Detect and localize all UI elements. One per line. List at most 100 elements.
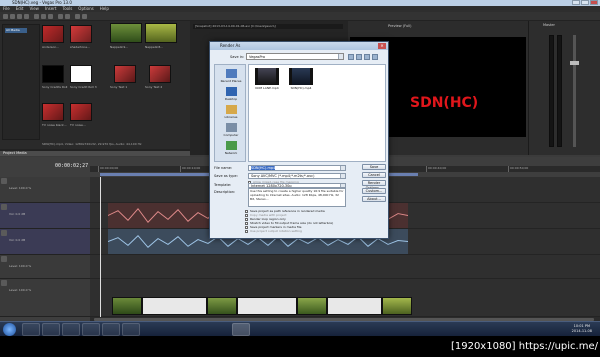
chevron-down-icon[interactable] [338, 54, 343, 59]
libraries-icon [225, 105, 237, 114]
track-header-audio[interactable]: Vol: 0.0 dB [0, 229, 90, 255]
media-thumb[interactable] [42, 103, 64, 121]
open-icon[interactable] [10, 14, 15, 19]
minimize-button[interactable] [572, 0, 580, 5]
preview-mode[interactable]: Preview (Full) [348, 23, 528, 29]
place-desktop[interactable]: Desktop [215, 87, 247, 101]
cancel-button[interactable]: Cancel [362, 172, 386, 178]
about-button[interactable]: About... [362, 196, 386, 202]
chevron-down-icon[interactable] [340, 166, 345, 170]
taskbar-vegas-icon[interactable] [232, 323, 250, 336]
filename-value: SDN(HC).mp4 [251, 166, 276, 170]
media-thumb[interactable] [149, 65, 171, 83]
media-thumb[interactable] [145, 23, 177, 43]
redo-icon[interactable] [65, 14, 70, 19]
checkbox-label: Use project output rotation setting [250, 229, 302, 233]
file-list[interactable]: KOM LANE.mp4 SDN(HC).mp4 [248, 64, 386, 162]
back-icon[interactable] [348, 54, 354, 60]
trimmer-path[interactable]: [Snapshot] 2013-03-14-00-01-06.avi [C:\U… [193, 24, 343, 29]
taskbar-app-icon[interactable] [22, 323, 40, 336]
view-menu-icon[interactable] [372, 54, 378, 60]
taskbar-app-icon[interactable] [62, 323, 80, 336]
media-thumb[interactable] [70, 25, 92, 43]
file-name: SDN(HC).mp4 [290, 86, 312, 90]
media-status: SDN(HC).mp4, Video: 1280x720x32, 29.970 … [42, 142, 142, 146]
custom-button[interactable]: Custom... [362, 188, 386, 194]
save-button[interactable]: Save [362, 164, 386, 170]
track-number [1, 178, 7, 184]
media-thumb[interactable] [110, 23, 142, 43]
track-number [1, 280, 7, 286]
track-header-video[interactable]: Level: 100.0 % [0, 255, 90, 279]
start-button[interactable] [3, 323, 16, 336]
paste-icon[interactable] [48, 14, 53, 19]
track-level: Level: 100.0 % [9, 264, 32, 268]
checkbox [245, 229, 248, 233]
save-icon[interactable] [17, 14, 22, 19]
video-clip[interactable] [297, 297, 327, 315]
place-network[interactable]: Network [215, 141, 247, 155]
dialog-title: Render As [210, 42, 388, 50]
master-fader-handle[interactable] [570, 61, 579, 65]
video-clip[interactable] [382, 297, 412, 315]
saveas-select[interactable]: Sony AVC/MVC (*.mp4;*.m2ts;*.avc) [248, 173, 346, 179]
media-grid: Anderson... shadertone... Neppelin9... N… [42, 23, 187, 141]
desktop-icon [225, 87, 237, 96]
media-item-label: Sony Text 2 [145, 85, 163, 89]
chevron-down-icon[interactable] [340, 174, 345, 178]
chevron-down-icon[interactable] [340, 184, 345, 187]
playhead[interactable] [100, 177, 101, 317]
video-clip[interactable] [237, 297, 297, 315]
render-options-button[interactable]: Render Options... [362, 180, 386, 190]
taskbar-app-icon[interactable] [82, 323, 100, 336]
taskbar-app-icon[interactable] [102, 323, 120, 336]
media-thumb[interactable] [42, 65, 64, 83]
cut-icon[interactable] [34, 14, 39, 19]
media-thumb[interactable] [70, 103, 92, 121]
place-libraries[interactable]: Libraries [215, 105, 247, 119]
track-header-audio[interactable]: Vol: 0.0 dB [0, 203, 90, 229]
snap-icon[interactable] [75, 14, 80, 19]
ruler-label: 00:00:40;00 [428, 166, 447, 170]
filename-input[interactable]: SDN(HC).mp4 [248, 165, 346, 171]
lane-video[interactable] [90, 255, 600, 279]
master-fader-track[interactable] [573, 35, 576, 147]
up-folder-icon[interactable] [356, 54, 362, 60]
video-clip[interactable] [327, 297, 382, 315]
file-item[interactable]: KOM LANE.mp4 [253, 68, 281, 90]
media-thumb[interactable] [114, 65, 136, 83]
image-watermark: [1920x1080] https://upic.me/ [450, 341, 598, 352]
undo-icon[interactable] [58, 14, 63, 19]
file-item[interactable]: SDN(HC).mp4 [287, 68, 315, 90]
taskbar-app-icon[interactable] [42, 323, 60, 336]
place-computer[interactable]: Computer [215, 123, 247, 137]
folder-nav [348, 54, 378, 60]
track-header-video[interactable]: Level: 100.0 % [0, 177, 90, 203]
place-recent[interactable]: Recent Places [215, 69, 247, 83]
close-icon[interactable]: ✕ [378, 43, 386, 49]
media-tree[interactable]: All Media [2, 24, 40, 140]
media-thumb[interactable] [70, 65, 92, 83]
close-window-button[interactable] [590, 0, 598, 5]
window-title: SDN(HC).veg - Vegas Pro 13.0 [12, 0, 72, 5]
windows-taskbar: 10:01 PM 2014-11-08 [0, 321, 600, 336]
lane-video[interactable] [90, 279, 600, 317]
edit-tool-icon[interactable] [82, 14, 87, 19]
saveas-value: Sony AVC/MVC (*.mp4;*.m2ts;*.avc) [251, 174, 315, 178]
panel-title[interactable]: Project Media [0, 151, 190, 156]
save-in-select[interactable]: VegasPro [246, 53, 344, 60]
new-folder-icon[interactable] [364, 54, 370, 60]
system-clock[interactable]: 10:01 PM 2014-11-08 [572, 324, 592, 334]
new-icon[interactable] [3, 14, 8, 19]
maximize-button[interactable] [581, 0, 589, 5]
video-clip[interactable] [142, 297, 207, 315]
taskbar-app-icon[interactable] [122, 323, 140, 336]
screen: SDN(HC).veg - Vegas Pro 13.0 File Edit V… [0, 0, 600, 336]
media-thumb[interactable] [42, 25, 64, 43]
render-icon[interactable] [24, 14, 29, 19]
video-clip[interactable] [112, 297, 142, 315]
copy-icon[interactable] [41, 14, 46, 19]
track-header-video[interactable]: Level: 100.0 % [0, 279, 90, 317]
video-clip[interactable] [207, 297, 237, 315]
master-mixer: Master [528, 21, 600, 155]
